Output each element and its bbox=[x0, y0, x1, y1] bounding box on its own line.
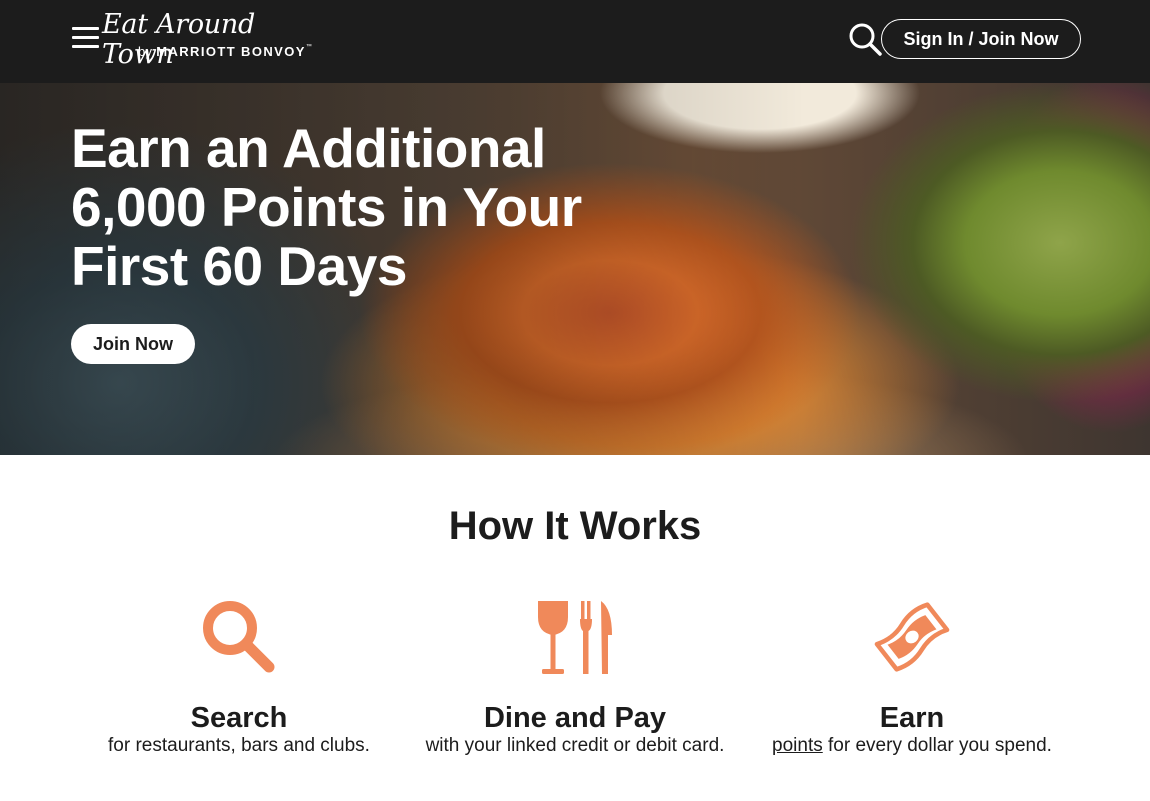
step-description-rest: for every dollar you spend. bbox=[822, 735, 1052, 756]
site-header: Eat Around Town by MARRIOTT BONVOY™ Sign… bbox=[0, 0, 1150, 83]
logo-by: by bbox=[138, 44, 157, 59]
magnifier-icon bbox=[79, 595, 399, 679]
step-description: points for every dollar you spend. bbox=[752, 734, 1072, 758]
step-description: with your linked credit or debit card. bbox=[425, 735, 725, 756]
step-search: Search for restaurants, bars and clubs. bbox=[79, 595, 399, 758]
step-title: Search bbox=[190, 702, 288, 734]
wine-fork-knife-icon bbox=[415, 595, 735, 679]
logo-brand: MARRIOTT BONVOY bbox=[156, 44, 306, 59]
join-now-button[interactable]: Join Now bbox=[71, 324, 195, 364]
hero-banner: Earn an Additional 6,000 Points in Your … bbox=[0, 83, 1150, 455]
step-description: for restaurants, bars and clubs. bbox=[108, 735, 370, 756]
logo-subtitle: by MARRIOTT BONVOY™ bbox=[138, 44, 312, 59]
search-icon[interactable] bbox=[848, 22, 882, 56]
step-dine-and-pay: Dine and Pay with your linked credit or … bbox=[415, 595, 735, 758]
hamburger-menu-icon[interactable] bbox=[72, 27, 100, 51]
site-logo[interactable]: Eat Around Town by MARRIOTT BONVOY™ bbox=[102, 10, 322, 70]
how-it-works-title: How It Works bbox=[448, 504, 702, 548]
sign-in-join-button[interactable]: Sign In / Join Now bbox=[881, 19, 1081, 59]
step-title: Earn bbox=[879, 702, 945, 734]
hero-title: Earn an Additional 6,000 Points in Your … bbox=[71, 117, 582, 297]
cash-bill-icon bbox=[752, 595, 1072, 679]
points-link[interactable]: points bbox=[772, 735, 823, 756]
logo-title: Eat Around Town bbox=[102, 9, 255, 70]
logo-trademark: ™ bbox=[305, 44, 313, 50]
step-title: Dine and Pay bbox=[483, 702, 667, 734]
step-earn: Earn points for every dollar you spend. bbox=[752, 595, 1072, 758]
